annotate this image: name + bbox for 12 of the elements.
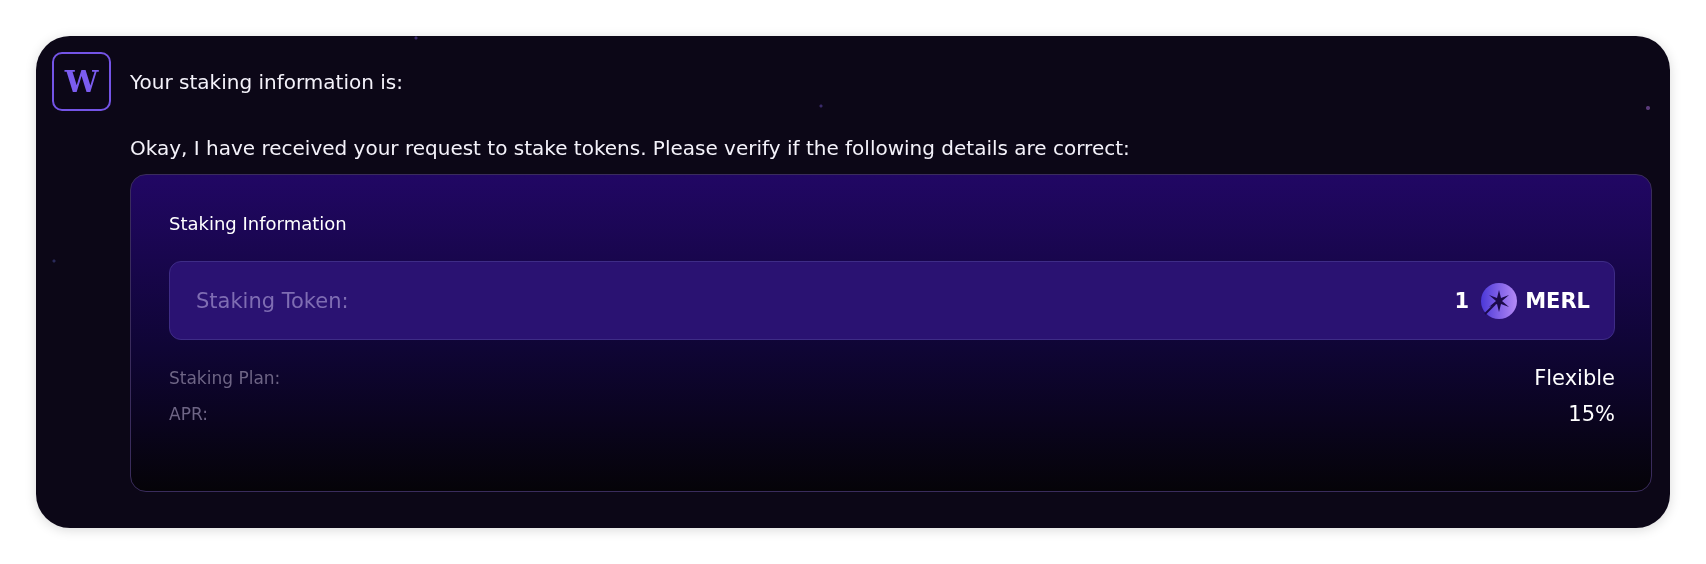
logo: W: [52, 52, 111, 111]
token-label: Staking Token:: [196, 288, 350, 313]
detail-label: APR:: [169, 404, 208, 424]
token-icon: [1481, 282, 1518, 319]
detail-value: 15%: [1568, 402, 1615, 426]
token-amount: 1: [1454, 288, 1470, 313]
message-text: Your staking information is:: [130, 70, 404, 94]
detail-label: Staking Plan:: [169, 368, 281, 388]
detail-value: Flexible: [1534, 366, 1615, 390]
card-title: Staking Information: [169, 213, 348, 234]
message-text: Okay, I have received your request to stake tokens. Please verify if the following details are correct:: [130, 136, 1131, 160]
token-symbol: MERL: [1525, 288, 1590, 313]
